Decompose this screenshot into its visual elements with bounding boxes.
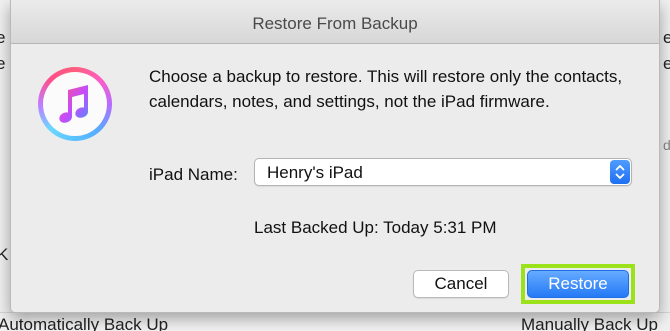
music-note-icon bbox=[59, 85, 88, 123]
background-text-fragment: e bbox=[0, 28, 6, 47]
dialog-message: Choose a backup to restore. This will re… bbox=[149, 67, 623, 111]
dialog-titlebar: Restore From Backup bbox=[11, 0, 659, 44]
itunes-icon-face bbox=[43, 72, 107, 136]
restore-button[interactable]: Restore bbox=[527, 270, 629, 298]
background-text-fragment: K bbox=[0, 245, 9, 264]
ipad-name-label: iPad Name: bbox=[149, 165, 238, 184]
background-text-fragment: e bbox=[663, 28, 670, 47]
background-text-fragment: e bbox=[663, 54, 670, 73]
background-text-fragment: d bbox=[663, 137, 670, 153]
manually-back-up-option[interactable]: Manually Back Up bbox=[521, 315, 658, 331]
background-text-fragment: e bbox=[0, 54, 6, 73]
dialog-title: Restore From Backup bbox=[252, 14, 418, 33]
automatically-back-up-option[interactable]: Automatically Back Up bbox=[0, 315, 168, 331]
last-backed-up-text: Last Backed Up: Today 5:31 PM bbox=[254, 218, 497, 237]
ipad-name-selected-value: Henry's iPad bbox=[267, 163, 363, 182]
up-down-chevron-icon[interactable] bbox=[610, 160, 630, 184]
itunes-icon bbox=[38, 67, 112, 141]
cancel-button[interactable]: Cancel bbox=[413, 270, 509, 298]
ipad-name-select[interactable]: Henry's iPad bbox=[254, 158, 632, 186]
restore-from-backup-dialog: Restore From Backup Choose a backup to r… bbox=[10, 0, 660, 313]
